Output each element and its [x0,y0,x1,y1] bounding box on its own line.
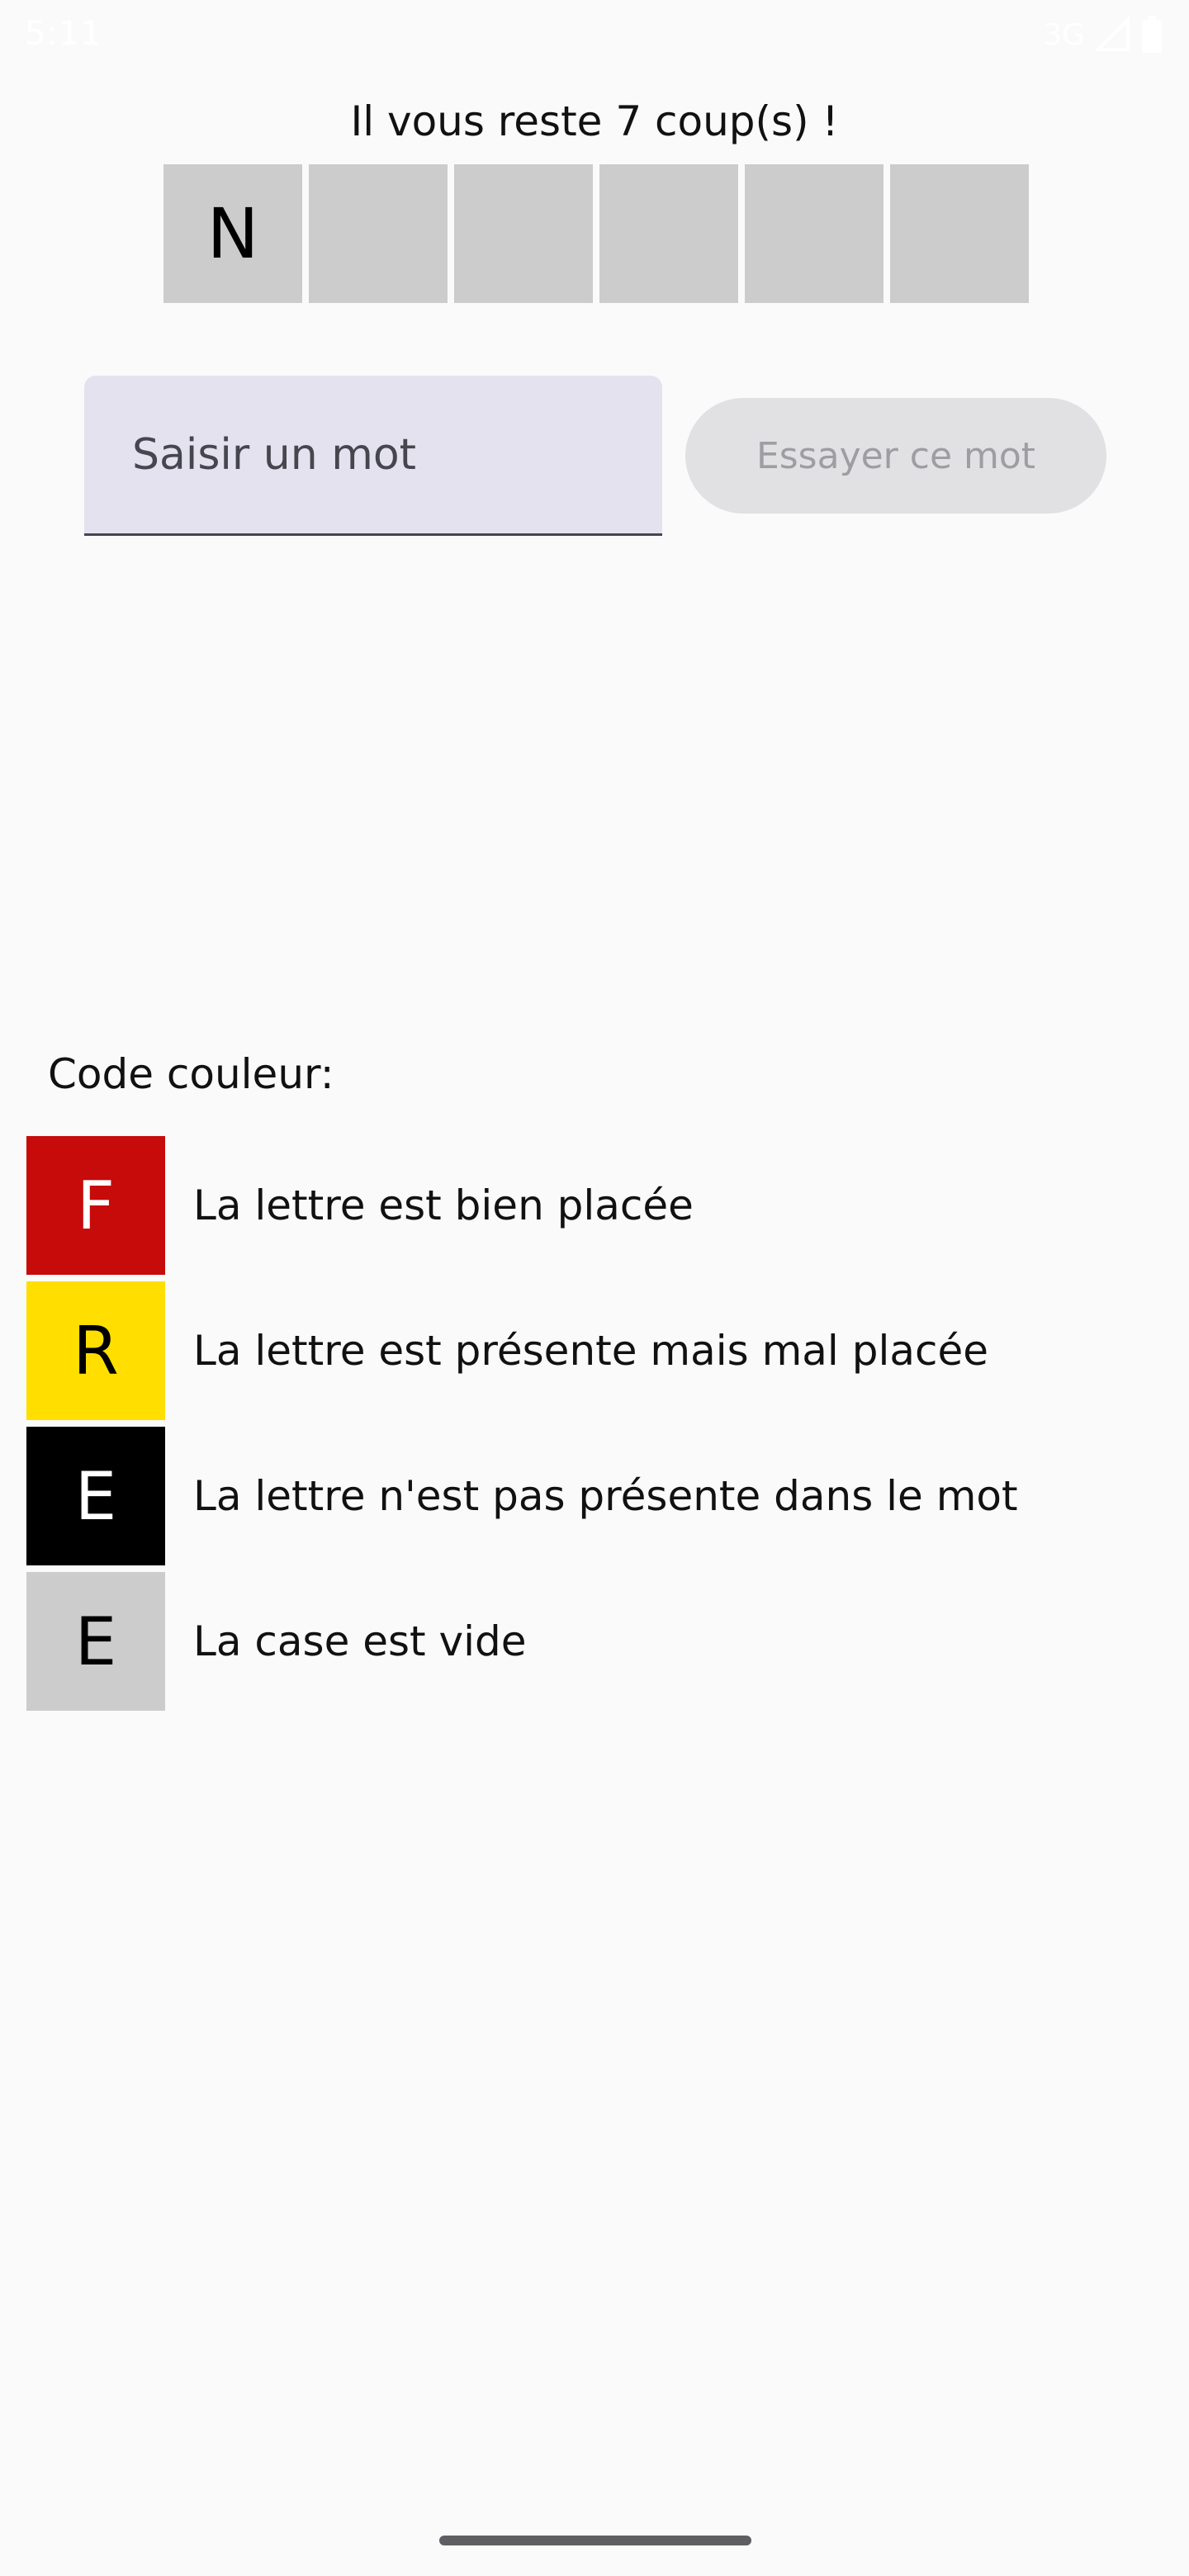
status-time: 5:11 [25,15,102,53]
legend-row-misplaced: R La lettre est présente mais mal placée [26,1281,1018,1420]
remaining-tries-text: Il vous reste 7 coup(s) ! [350,97,839,145]
legend-row-absent: E La lettre n'est pas présente dans le m… [26,1427,1018,1565]
letter-cell-1: N [163,164,302,303]
letter-cell-2 [309,164,448,303]
legend-row-empty: E La case est vide [26,1572,1018,1711]
word-input[interactable] [84,376,662,533]
legend-swatch-grey: E [26,1572,165,1711]
legend-label: La lettre est bien placée [193,1181,694,1229]
legend-label: La case est vide [193,1617,527,1665]
letter-cell-6 [890,164,1029,303]
legend-row-well-placed: F La lettre est bien placée [26,1136,1018,1275]
legend-swatch-yellow: R [26,1281,165,1420]
letter-cell-5 [745,164,883,303]
word-input-container[interactable] [84,376,662,536]
home-indicator[interactable] [439,2536,751,2545]
letter-cell-3 [454,164,593,303]
cellular-signal-icon [1095,17,1131,53]
status-icons: 3G [1043,15,1163,54]
legend-label: La lettre est présente mais mal placée [193,1327,988,1375]
legend-swatch-black: E [26,1427,165,1565]
legend-label: La lettre n'est pas présente dans le mot [193,1472,1018,1520]
letter-cell-4 [599,164,738,303]
color-legend: F La lettre est bien placée R La lettre … [26,1136,1018,1717]
legend-title: Code couleur: [48,1050,334,1098]
try-word-button[interactable]: Essayer ce mot [685,398,1106,514]
legend-swatch-red: F [26,1136,165,1275]
letter-grid: N [163,164,1029,303]
network-type: 3G [1043,17,1085,52]
battery-icon [1141,16,1163,54]
status-bar: 5:11 3G [0,0,1189,69]
